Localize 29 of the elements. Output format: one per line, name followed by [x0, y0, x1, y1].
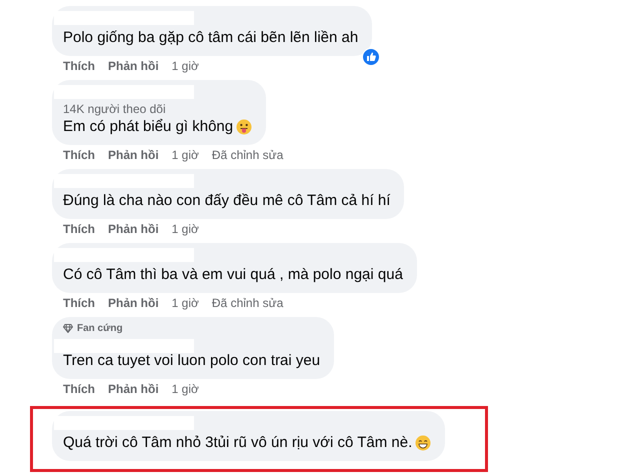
like-link[interactable]: Thích — [63, 296, 95, 310]
like-link[interactable]: Thích — [63, 222, 95, 236]
tongue-emoji-icon — [236, 119, 252, 135]
like-reaction-icon[interactable] — [362, 48, 380, 66]
edited-label: Đã chỉnh sửa — [212, 296, 284, 310]
reply-link[interactable]: Phản hồi — [108, 59, 159, 73]
like-link[interactable]: Thích — [63, 382, 95, 396]
reply-link[interactable]: Phản hồi — [108, 148, 159, 162]
timestamp: 1 giờ — [172, 148, 199, 162]
reply-link[interactable]: Phản hồi — [108, 296, 159, 310]
badge-label: Fan cứng — [63, 323, 320, 334]
timestamp: 1 giờ — [172, 382, 199, 396]
timestamp: 1 giờ — [172, 222, 199, 236]
edited-label: Đã chỉnh sửa — [212, 148, 284, 162]
diamond-icon — [63, 324, 73, 333]
timestamp: 1 giờ — [172, 59, 199, 73]
like-link[interactable]: Thích — [63, 59, 95, 73]
reply-link[interactable]: Phản hồi — [108, 382, 159, 396]
grinning-emoji-icon — [415, 435, 432, 451]
comment-text: Quá trời cô Tâm nhỏ 3tủi rũ vô ún rịu với cô Tâm nè. — [63, 433, 432, 453]
follower-count: 14K người theo dõi — [63, 102, 167, 116]
comment-text: Có cô Tâm thì ba và em vui quá , mà polo ngại quá — [63, 265, 403, 285]
reply-link[interactable]: Phản hồi — [108, 222, 159, 236]
timestamp: 1 giờ — [172, 296, 199, 310]
comment-text: Polo giống ba gặp cô tâm cái bẽn lẽn liền ah — [63, 28, 358, 48]
like-link[interactable]: Thích — [63, 148, 95, 162]
comment-text: Đúng là cha nào con đấy đều mê cô Tâm cả hí hí — [63, 191, 390, 211]
comment-text: Em có phát biểu gì không — [63, 117, 252, 137]
comment-text: Tren ca tuyet voi luon polo con trai yeu — [63, 351, 320, 371]
